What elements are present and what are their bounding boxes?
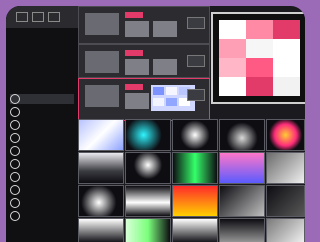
preview-cell xyxy=(273,77,300,96)
preview-cell xyxy=(273,58,300,77)
item-icon xyxy=(10,172,20,182)
layer-row[interactable] xyxy=(78,6,210,44)
item-icon xyxy=(10,198,20,208)
toolbar-swatch[interactable] xyxy=(32,12,44,22)
left-list-item[interactable] xyxy=(10,120,74,130)
preview-cell xyxy=(153,87,164,95)
item-icon xyxy=(10,94,20,104)
preview-cell xyxy=(219,58,246,77)
clip-thumbnail[interactable] xyxy=(125,119,171,151)
layer-select[interactable] xyxy=(187,17,205,29)
preview-cell xyxy=(153,98,164,106)
layer-parameters[interactable] xyxy=(125,93,149,109)
layer-controls[interactable] xyxy=(85,85,119,107)
left-list-item[interactable] xyxy=(10,185,74,195)
preview-cell xyxy=(246,39,273,58)
left-browser-panel xyxy=(6,6,78,242)
item-icon xyxy=(10,133,20,143)
item-icon xyxy=(10,120,20,130)
clip-thumbnail[interactable] xyxy=(172,218,218,242)
item-icon xyxy=(10,107,20,117)
clip-thumbnail[interactable] xyxy=(78,119,124,151)
preview-cell xyxy=(273,20,300,39)
layer-select[interactable] xyxy=(187,55,205,67)
preview-cell xyxy=(219,39,246,58)
clip-thumbnail[interactable] xyxy=(219,218,265,242)
left-list-item[interactable] xyxy=(10,172,74,182)
app-window xyxy=(6,6,305,242)
clip-thumbnail[interactable] xyxy=(219,185,265,217)
preview-cell xyxy=(246,20,273,39)
item-icon xyxy=(10,211,20,221)
left-list-item[interactable] xyxy=(10,133,74,143)
layer-controls[interactable] xyxy=(85,13,119,35)
clip-thumbnail[interactable] xyxy=(78,218,124,242)
left-list-item[interactable] xyxy=(10,107,74,117)
preview-cell xyxy=(273,39,300,58)
clip-thumbnail[interactable] xyxy=(172,119,218,151)
layer-stack xyxy=(78,6,210,121)
clip-thumbnail[interactable] xyxy=(125,185,171,217)
preview-cell xyxy=(219,20,246,39)
layer-parameters[interactable] xyxy=(125,21,149,37)
layer-parameters[interactable] xyxy=(125,59,149,75)
preview-cell xyxy=(166,87,177,95)
toolbar-swatch[interactable] xyxy=(16,12,28,22)
clip-thumbnail[interactable] xyxy=(125,152,171,184)
clip-thumbnail[interactable] xyxy=(78,152,124,184)
layer-parameters[interactable] xyxy=(153,59,177,75)
preview-cell xyxy=(246,77,273,96)
item-icon xyxy=(10,159,20,169)
layer-accent-tag xyxy=(125,12,143,18)
clip-thumbnail[interactable] xyxy=(78,185,124,217)
preview-cell xyxy=(219,77,246,96)
left-list-item[interactable] xyxy=(10,159,74,169)
clip-thumbnail[interactable] xyxy=(219,152,265,184)
left-list-item[interactable] xyxy=(10,211,74,221)
layer-accent-tag xyxy=(125,84,143,90)
clip-thumbnail[interactable] xyxy=(219,119,265,151)
layer-row[interactable] xyxy=(78,44,210,78)
layer-select[interactable] xyxy=(187,89,205,101)
clip-grid xyxy=(78,119,305,242)
preview-cell xyxy=(246,58,273,77)
toolbar-swatch[interactable] xyxy=(48,12,60,22)
left-list-item[interactable] xyxy=(10,146,74,156)
output-preview xyxy=(211,12,305,104)
clip-thumbnail[interactable] xyxy=(172,152,218,184)
left-list-item[interactable] xyxy=(10,198,74,208)
clip-thumbnail[interactable] xyxy=(266,119,305,151)
preview-cell xyxy=(166,98,177,106)
left-toolbar xyxy=(6,6,78,28)
left-item-list xyxy=(10,94,74,224)
layer-row-active[interactable] xyxy=(78,78,210,121)
layer-accent-tag xyxy=(125,50,143,56)
clip-thumbnail[interactable] xyxy=(266,218,305,242)
output-preview-grid xyxy=(219,20,300,96)
clip-thumbnail[interactable] xyxy=(125,218,171,242)
item-icon xyxy=(10,185,20,195)
clip-thumbnail[interactable] xyxy=(266,152,305,184)
layer-parameters[interactable] xyxy=(153,21,177,37)
clip-thumbnail[interactable] xyxy=(266,185,305,217)
clip-thumbnail[interactable] xyxy=(172,185,218,217)
layer-controls[interactable] xyxy=(85,51,119,73)
left-list-item[interactable] xyxy=(10,94,74,104)
item-icon xyxy=(10,146,20,156)
